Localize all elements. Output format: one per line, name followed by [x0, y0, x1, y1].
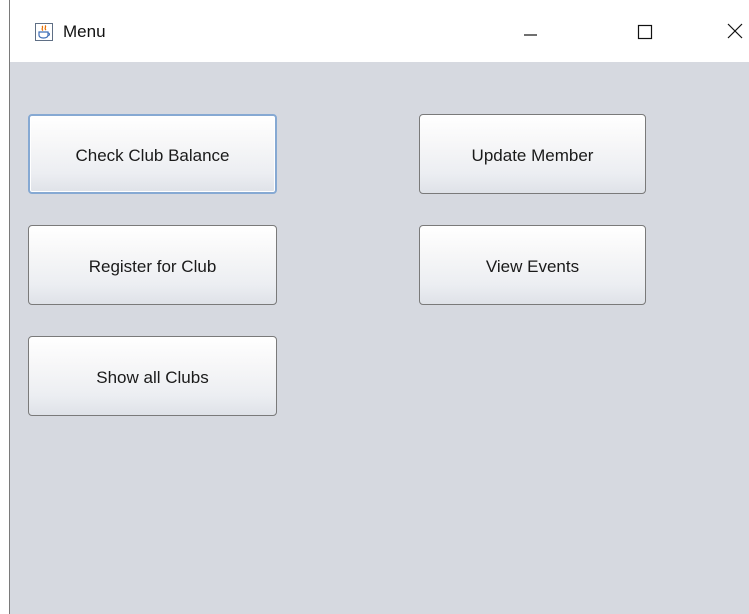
register-for-club-button[interactable]: Register for Club — [28, 225, 277, 305]
view-events-button[interactable]: View Events — [419, 225, 646, 305]
title-bar[interactable]: Menu — [10, 0, 749, 62]
maximize-icon[interactable] — [628, 18, 660, 46]
check-club-balance-button[interactable]: Check Club Balance — [28, 114, 277, 194]
minimize-icon[interactable] — [514, 18, 546, 46]
close-icon[interactable] — [720, 18, 749, 46]
window-title: Menu — [63, 22, 106, 41]
menu-window: Menu Check Club Balance Update Member Re… — [0, 0, 749, 614]
java-coffee-cup-icon — [35, 23, 53, 41]
update-member-button[interactable]: Update Member — [419, 114, 646, 194]
show-all-clubs-button[interactable]: Show all Clubs — [28, 336, 277, 416]
menu-content-panel: Check Club Balance Update Member Registe… — [10, 62, 749, 614]
